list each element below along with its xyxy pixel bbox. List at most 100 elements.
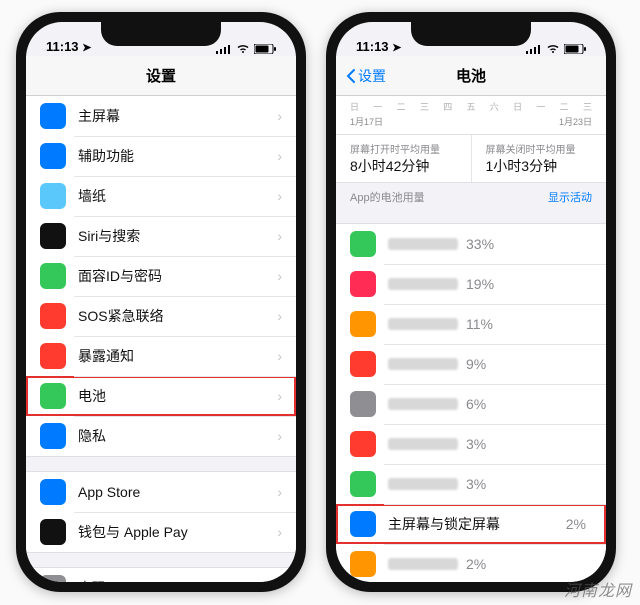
battery-percentage: 6% [466,396,486,412]
row-label: Siri与搜索 [78,226,277,246]
app-label-redacted [388,358,458,370]
chevron-right-icon: › [277,108,282,124]
battery-app-row[interactable]: 9% [336,344,606,384]
appstore-icon [40,479,66,505]
chevron-right-icon: › [277,524,282,540]
row-label: App Store [78,484,277,500]
battery-percentage: 3% [466,436,486,452]
weibo-icon [350,351,376,377]
settings-row-wallet[interactable]: 钱包与 Apple Pay› [26,512,296,552]
wechat-icon [350,231,376,257]
settings-row-privacy[interactable]: 隐私› [26,416,296,456]
left-phone-frame: 11:13 ➤ 设置 主屏幕›辅助功能›墙纸›Siri与搜索›面容ID与密码›S… [16,12,306,592]
battery-percentage: 9% [466,356,486,372]
settings-row-exposure[interactable]: 暴露通知› [26,336,296,376]
wallet-icon [40,519,66,545]
sos-icon [40,303,66,329]
row-label: 电池 [78,386,277,406]
chevron-right-icon: › [277,428,282,444]
back-button[interactable]: 设置 [346,66,386,86]
row-label: 钱包与 Apple Pay [78,522,277,542]
settings-row-battery[interactable]: 电池› [26,376,296,416]
chevron-right-icon: › [277,228,282,244]
exposure-icon [40,343,66,369]
signal-icon [216,44,232,54]
siri-icon [40,223,66,249]
date-range-start: 1月17日 [350,115,383,128]
chevron-left-icon [346,68,356,84]
settings-row-sos[interactable]: SOS紧急联络› [26,296,296,336]
navbar-left: 设置 [26,56,296,96]
row-label: 墙纸 [78,186,277,206]
chevron-right-icon: › [277,388,282,404]
accessibility-icon [40,143,66,169]
settings-row-faceid[interactable]: 面容ID与密码› [26,256,296,296]
notch [101,22,221,46]
weekday-label: 二 [560,100,569,113]
battery-app-row[interactable]: 19% [336,264,606,304]
app2-icon [350,271,376,297]
music-icon [350,431,376,457]
screen-off-avg-value: 1小时3分钟 [486,156,593,176]
row-label: 隐私 [78,426,277,446]
chevron-right-icon: › [277,148,282,164]
chevron-right-icon: › [277,348,282,364]
privacy-icon [40,423,66,449]
navbar-right: 设置 电池 [336,56,606,96]
app-label-redacted [388,478,458,490]
weekday-label: 三 [420,100,429,113]
battery-app-row[interactable]: 3% [336,424,606,464]
battery-app-row[interactable]: 3% [336,464,606,504]
weekday-label: 三 [583,100,592,113]
chevron-right-icon: › [277,484,282,500]
battery-icon [40,383,66,409]
app-label-redacted [388,558,458,570]
show-activity-link[interactable]: 显示活动 [548,189,592,205]
settings-row-home-screen[interactable]: 主屏幕› [26,96,296,136]
weekday-label: 二 [397,100,406,113]
weekday-label: 一 [536,100,545,113]
row-label: 辅助功能 [78,146,277,166]
battery-app-row[interactable]: 33% [336,224,606,264]
screen-off-avg-label: 屏幕关闭时平均用量 [486,141,593,156]
app5-icon [350,391,376,417]
weekday-label: 一 [373,100,382,113]
battery-icon-status [564,44,586,54]
battery-app-row[interactable]: 6% [336,384,606,424]
app-label-redacted [388,318,458,330]
screen-on-avg-value: 8小时42分钟 [350,156,457,176]
battery-percentage: 2% [466,556,486,572]
row-label: 暴露通知 [78,346,277,366]
watermark: 河南龙网 [564,577,632,601]
chevron-right-icon: › [277,308,282,324]
settings-row-accessibility[interactable]: 辅助功能› [26,136,296,176]
app-label-redacted [388,438,458,450]
app3-icon [350,311,376,337]
settings-row-siri[interactable]: Siri与搜索› [26,216,296,256]
faceid-icon [40,263,66,289]
row-label: 密码 [78,578,277,582]
battery-percentage: 3% [466,476,486,492]
settings-row-wallpaper[interactable]: 墙纸› [26,176,296,216]
battery-app-row[interactable]: 主屏幕与锁定屏幕2% [336,504,606,544]
battery-percentage: 11% [466,316,493,332]
page-title: 电池 [456,65,486,86]
average-usage-row: 屏幕打开时平均用量 8小时42分钟 屏幕关闭时平均用量 1小时3分钟 [336,135,606,183]
weekday-label: 日 [513,100,522,113]
passwords-icon [40,575,66,582]
settings-row-passwords[interactable]: 密码› [26,568,296,582]
app-label: 主屏幕与锁定屏幕 [388,514,566,534]
wifi-icon [546,44,560,54]
battery-app-row[interactable]: 11% [336,304,606,344]
battery-percentage: 19% [466,276,494,292]
settings-row-appstore[interactable]: App Store› [26,472,296,512]
week-bar: 日一二三四五六日一二三 1月17日1月23日 [336,96,606,135]
date-range-end: 1月23日 [559,115,592,128]
weekday-label: 五 [466,100,475,113]
right-phone-frame: 11:13 ➤ 设置 电池 日一二三四五六日一二三 1月17日1月23日 [326,12,616,592]
row-label: 面容ID与密码 [78,266,277,286]
weekday-label: 四 [443,100,452,113]
signal-icon [526,44,542,54]
home-lock-icon [350,511,376,537]
status-time: 11:13 [356,39,389,54]
